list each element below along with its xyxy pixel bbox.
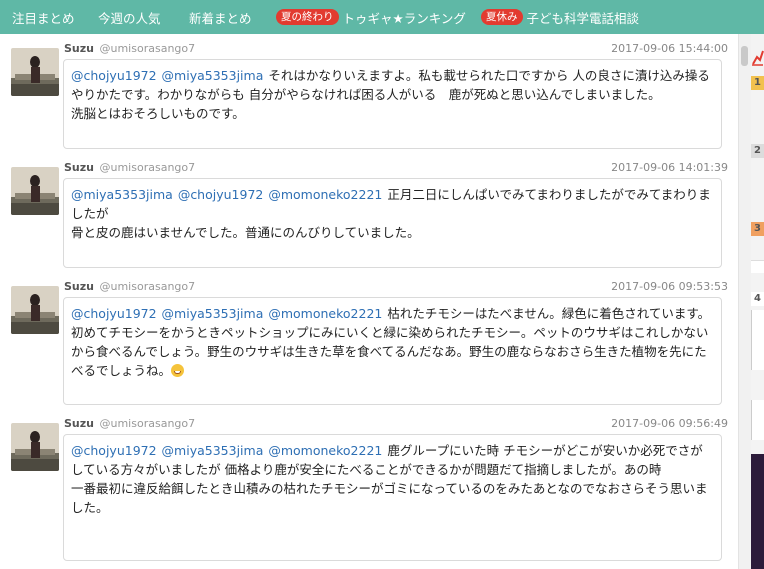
- author-name[interactable]: Suzu: [64, 417, 94, 430]
- ranking-thumbnail[interactable]: [751, 310, 764, 370]
- mention-link[interactable]: @miya5353jima: [162, 68, 264, 83]
- avatar[interactable]: [11, 167, 59, 215]
- mention-link[interactable]: @miya5353jima: [71, 187, 173, 202]
- mention-link[interactable]: @chojyu1972: [71, 306, 157, 321]
- mention-link[interactable]: @miya5353jima: [162, 306, 264, 321]
- tweet-timestamp[interactable]: 2017-09-06 09:53:53: [611, 280, 728, 294]
- tweet-author: Suzu @umisorasango7: [64, 161, 195, 175]
- author-name[interactable]: Suzu: [64, 42, 94, 55]
- scroll-thumb[interactable]: [741, 46, 748, 66]
- rank-number: 3: [754, 223, 761, 234]
- mention-link[interactable]: @momoneko2221: [268, 306, 382, 321]
- tweet-text: 一番最初に違反給餌したとき山積みの枯れたチモシーがゴミになっているのをみたあとな…: [71, 481, 708, 515]
- feed-scrollbar[interactable]: [738, 34, 751, 569]
- mention-link[interactable]: @momoneko2221: [268, 187, 382, 202]
- avatar[interactable]: [11, 423, 59, 471]
- tweet-text: 骨と皮の鹿はいませんでした。普通にのんびりしていました。: [71, 225, 420, 240]
- rank-number: 4: [754, 293, 761, 304]
- nav-item-new[interactable]: 新着まとめ: [189, 0, 252, 34]
- nav-item-label: トゥギャ★ランキング: [342, 10, 466, 26]
- tweet-timestamp[interactable]: 2017-09-06 14:01:39: [611, 161, 728, 175]
- nav-badge: 夏の終わり: [276, 9, 339, 25]
- avatar-image: [11, 286, 59, 334]
- author-handle[interactable]: @umisorasango7: [100, 280, 196, 293]
- tweet-text: 洗脳とはおそろしいものです。: [71, 106, 245, 121]
- tweet-author: Suzu @umisorasango7: [64, 280, 195, 294]
- mention-link[interactable]: @miya5353jima: [162, 443, 264, 458]
- top-nav: 注目まとめ 今週の人気 新着まとめ 夏の終わり トゥギャ★ランキング 夏休み 子…: [0, 0, 764, 34]
- tweet-item: Suzu @umisorasango7 2017-09-06 09:53:53 …: [0, 280, 738, 410]
- author-name[interactable]: Suzu: [64, 280, 94, 293]
- nav-item-label: 今週の人気: [98, 10, 161, 26]
- author-handle[interactable]: @umisorasango7: [100, 42, 196, 55]
- nav-badge: 夏休み: [481, 9, 523, 25]
- tweet-feed: Suzu @umisorasango7 2017-09-06 15:44:00 …: [0, 34, 738, 569]
- tweet-text-box: @chojyu1972 @miya5353jima @momoneko2221 鹿グル…: [63, 434, 722, 561]
- avatar[interactable]: [11, 286, 59, 334]
- tweet-text-box: @chojyu1972 @miya5353jima それはかなりいえますよ。私も載せ…: [63, 59, 722, 149]
- author-handle[interactable]: @umisorasango7: [100, 417, 196, 430]
- nav-item-featured[interactable]: 注目まとめ: [12, 0, 75, 34]
- author-name[interactable]: Suzu: [64, 161, 94, 174]
- tweet-author: Suzu @umisorasango7: [64, 417, 195, 431]
- grinning-emoji-icon: [171, 364, 185, 377]
- nav-item-label: 子ども科学電話相談: [526, 10, 640, 26]
- avatar-image: [11, 48, 59, 96]
- mention-link[interactable]: @chojyu1972: [178, 187, 264, 202]
- mention-link[interactable]: @chojyu1972: [71, 443, 157, 458]
- rank-number: 2: [754, 145, 761, 156]
- nav-item-label: 新着まとめ: [189, 10, 252, 26]
- mention-link[interactable]: @momoneko2221: [268, 443, 382, 458]
- tweet-item: Suzu @umisorasango7 2017-09-06 15:44:00 …: [0, 42, 738, 154]
- tweet-item: Suzu @umisorasango7 2017-09-06 14:01:39 …: [0, 161, 738, 273]
- nav-item-label: 注目まとめ: [12, 10, 75, 26]
- tweet-text-box: @chojyu1972 @miya5353jima @momoneko2221 枯れた…: [63, 297, 722, 405]
- tweet-timestamp[interactable]: 2017-09-06 09:56:49: [611, 417, 728, 431]
- nav-item-weekly-popular[interactable]: 今週の人気: [98, 0, 161, 34]
- avatar-image: [11, 167, 59, 215]
- trend-chart-icon: [751, 48, 764, 66]
- tweet-item: Suzu @umisorasango7 2017-09-06 09:56:49 …: [0, 417, 738, 569]
- nav-item-ranking[interactable]: 夏の終わり トゥギャ★ランキング: [276, 0, 466, 34]
- tweet-timestamp[interactable]: 2017-09-06 15:44:00: [611, 42, 728, 56]
- mention-link[interactable]: @chojyu1972: [71, 68, 157, 83]
- nav-item-science-phone[interactable]: 夏休み 子ども科学電話相談: [481, 0, 639, 34]
- ranking-sidebar: 1 2 3 4: [751, 34, 764, 569]
- avatar[interactable]: [11, 48, 59, 96]
- rank-number: 1: [754, 77, 761, 88]
- avatar-image: [11, 423, 59, 471]
- ranking-thumbnail[interactable]: [751, 400, 764, 440]
- tweet-text-box: @miya5353jima @chojyu1972 @momoneko2221 正月二…: [63, 178, 722, 268]
- author-handle[interactable]: @umisorasango7: [100, 161, 196, 174]
- tweet-author: Suzu @umisorasango7: [64, 42, 195, 56]
- ranking-thumbnail[interactable]: [751, 454, 764, 569]
